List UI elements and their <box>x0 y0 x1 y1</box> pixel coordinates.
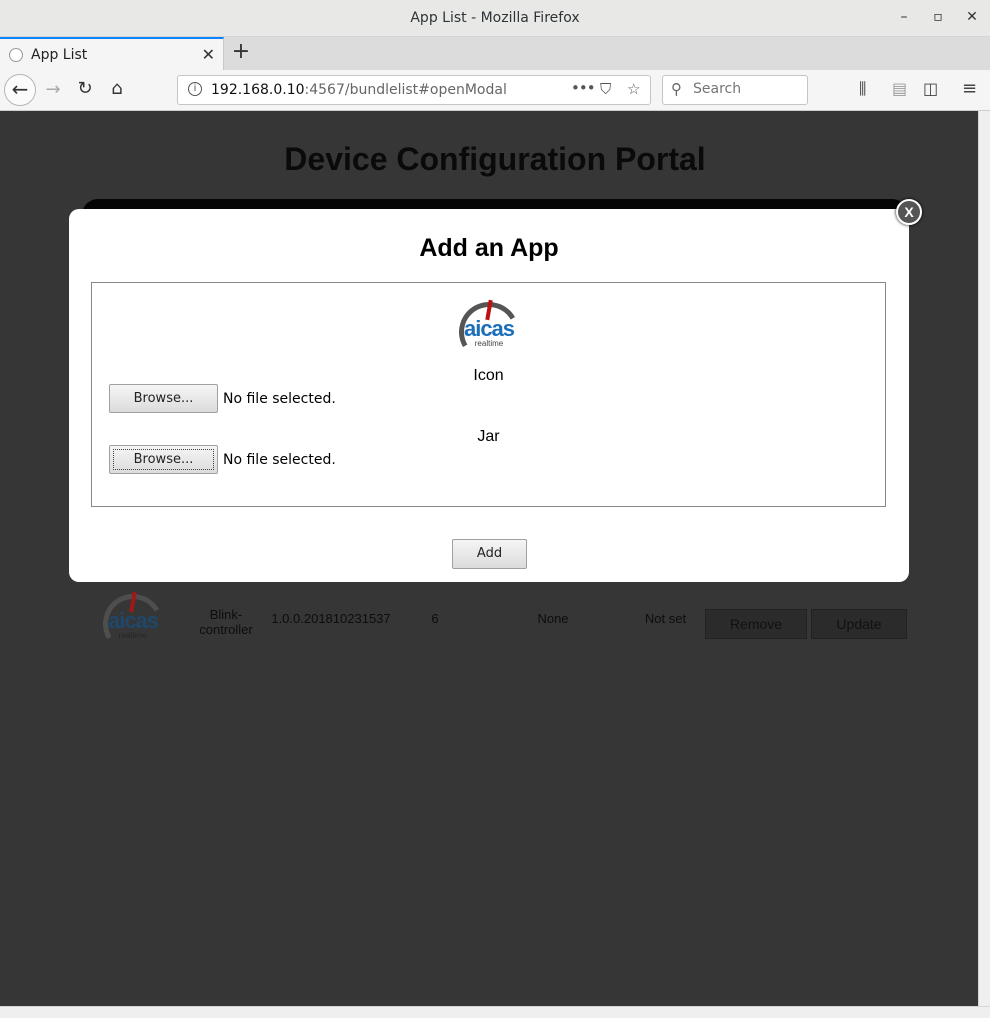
logo-sub: realtime <box>474 339 504 348</box>
navigation-bar: ← → ↻ ⌂ i 192.168.0.10:4567/bundlelist#o… <box>0 70 990 111</box>
tab-label: App List <box>31 47 88 63</box>
table-row: aicas realtime Blink- controller 1.0.0.2… <box>96 587 918 661</box>
page-actions-icon[interactable]: ••• <box>571 79 596 97</box>
add-app-modal: Add an App aicas realtime Icon Browse...… <box>69 209 909 582</box>
tab-app-list[interactable]: App List ✕ <box>0 37 224 70</box>
forward-icon[interactable]: → <box>42 79 64 100</box>
app-id: 6 <box>431 611 439 626</box>
app-dependency: None <box>537 611 569 626</box>
app-status: Not set <box>644 611 687 626</box>
icon-browse-button[interactable]: Browse... <box>109 384 218 413</box>
jar-label: Jar <box>477 428 500 445</box>
app-version: 1.0.0.201810231537 <box>271 611 391 626</box>
jar-browse-button[interactable]: Browse... <box>109 445 218 474</box>
logo-sub: realtime <box>118 631 148 640</box>
update-button[interactable]: Update <box>811 609 907 639</box>
maximize-icon[interactable]: ▫ <box>928 9 948 27</box>
window-title: App List - Mozilla Firefox <box>410 10 580 26</box>
app-name: Blink- controller <box>199 607 253 637</box>
url-text[interactable]: 192.168.0.10:4567/bundlelist#openModal <box>211 82 507 98</box>
window-titlebar: App List - Mozilla Firefox – ▫ ✕ <box>0 0 990 37</box>
site-info-icon[interactable]: i <box>188 82 202 96</box>
page-title: Device Configuration Portal <box>284 141 706 177</box>
minimize-icon[interactable]: – <box>894 9 914 27</box>
tab-strip: App List ✕ + <box>0 37 990 70</box>
icon-file-status: No file selected. <box>223 391 336 407</box>
favicon-icon <box>9 48 23 62</box>
pocket-icon[interactable]: ⛉ <box>600 80 611 98</box>
url-path: :4567/bundlelist#openModal <box>304 82 507 98</box>
upload-form: aicas realtime Icon Browse... No file se… <box>91 282 886 507</box>
add-button[interactable]: Add <box>452 539 527 569</box>
page-content: Device Configuration Portal aicas realti… <box>0 111 978 1006</box>
app-logo: aicas realtime <box>96 587 170 661</box>
url-bar[interactable]: i 192.168.0.10:4567/bundlelist#openModal… <box>177 75 651 105</box>
tab-close-icon[interactable]: ✕ <box>202 45 215 64</box>
sidebar-icon[interactable]: ◫ <box>923 79 938 98</box>
search-input[interactable] <box>693 81 798 97</box>
modal-close-button[interactable]: X <box>896 199 922 225</box>
remove-button[interactable]: Remove <box>705 609 807 639</box>
home-icon[interactable]: ⌂ <box>106 78 128 99</box>
reload-icon[interactable]: ↻ <box>74 78 96 99</box>
new-tab-icon[interactable]: + <box>230 41 252 63</box>
url-host: 192.168.0.10 <box>211 82 305 98</box>
jar-file-status: No file selected. <box>223 452 336 468</box>
vertical-scrollbar[interactable] <box>978 111 990 1006</box>
preview-logo: aicas realtime <box>452 295 526 369</box>
bookmark-star-icon[interactable]: ☆ <box>627 80 640 98</box>
icon-label: Icon <box>473 367 504 384</box>
search-icon: ⚲ <box>671 80 682 98</box>
reader-icon[interactable]: ▤ <box>892 79 907 98</box>
menu-icon[interactable]: ≡ <box>962 78 977 99</box>
search-bar[interactable]: ⚲ <box>662 75 808 105</box>
window-close-icon[interactable]: ✕ <box>962 9 982 27</box>
horizontal-scrollbar[interactable] <box>0 1006 990 1018</box>
library-icon[interactable]: ⫼ <box>859 79 866 99</box>
back-icon[interactable]: ← <box>4 74 36 106</box>
modal-title: Add an App <box>419 234 559 262</box>
